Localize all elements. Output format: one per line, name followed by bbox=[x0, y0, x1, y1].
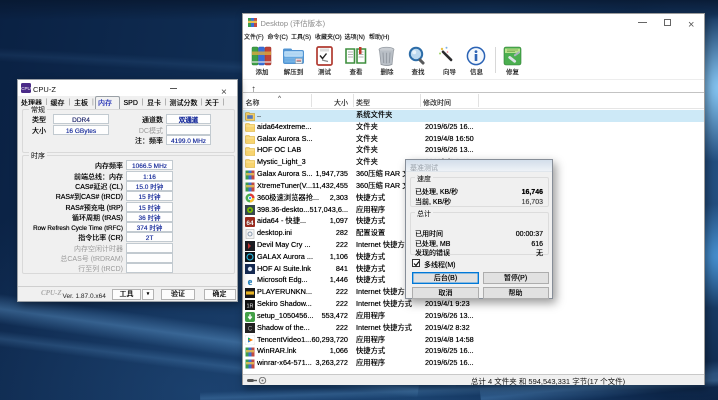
svg-text:C: C bbox=[247, 327, 252, 333]
svg-text:1R: 1R bbox=[246, 303, 253, 309]
svg-text:64: 64 bbox=[246, 220, 254, 227]
svg-text:e: e bbox=[247, 277, 252, 286]
svg-text:CPU: CPU bbox=[21, 86, 31, 91]
